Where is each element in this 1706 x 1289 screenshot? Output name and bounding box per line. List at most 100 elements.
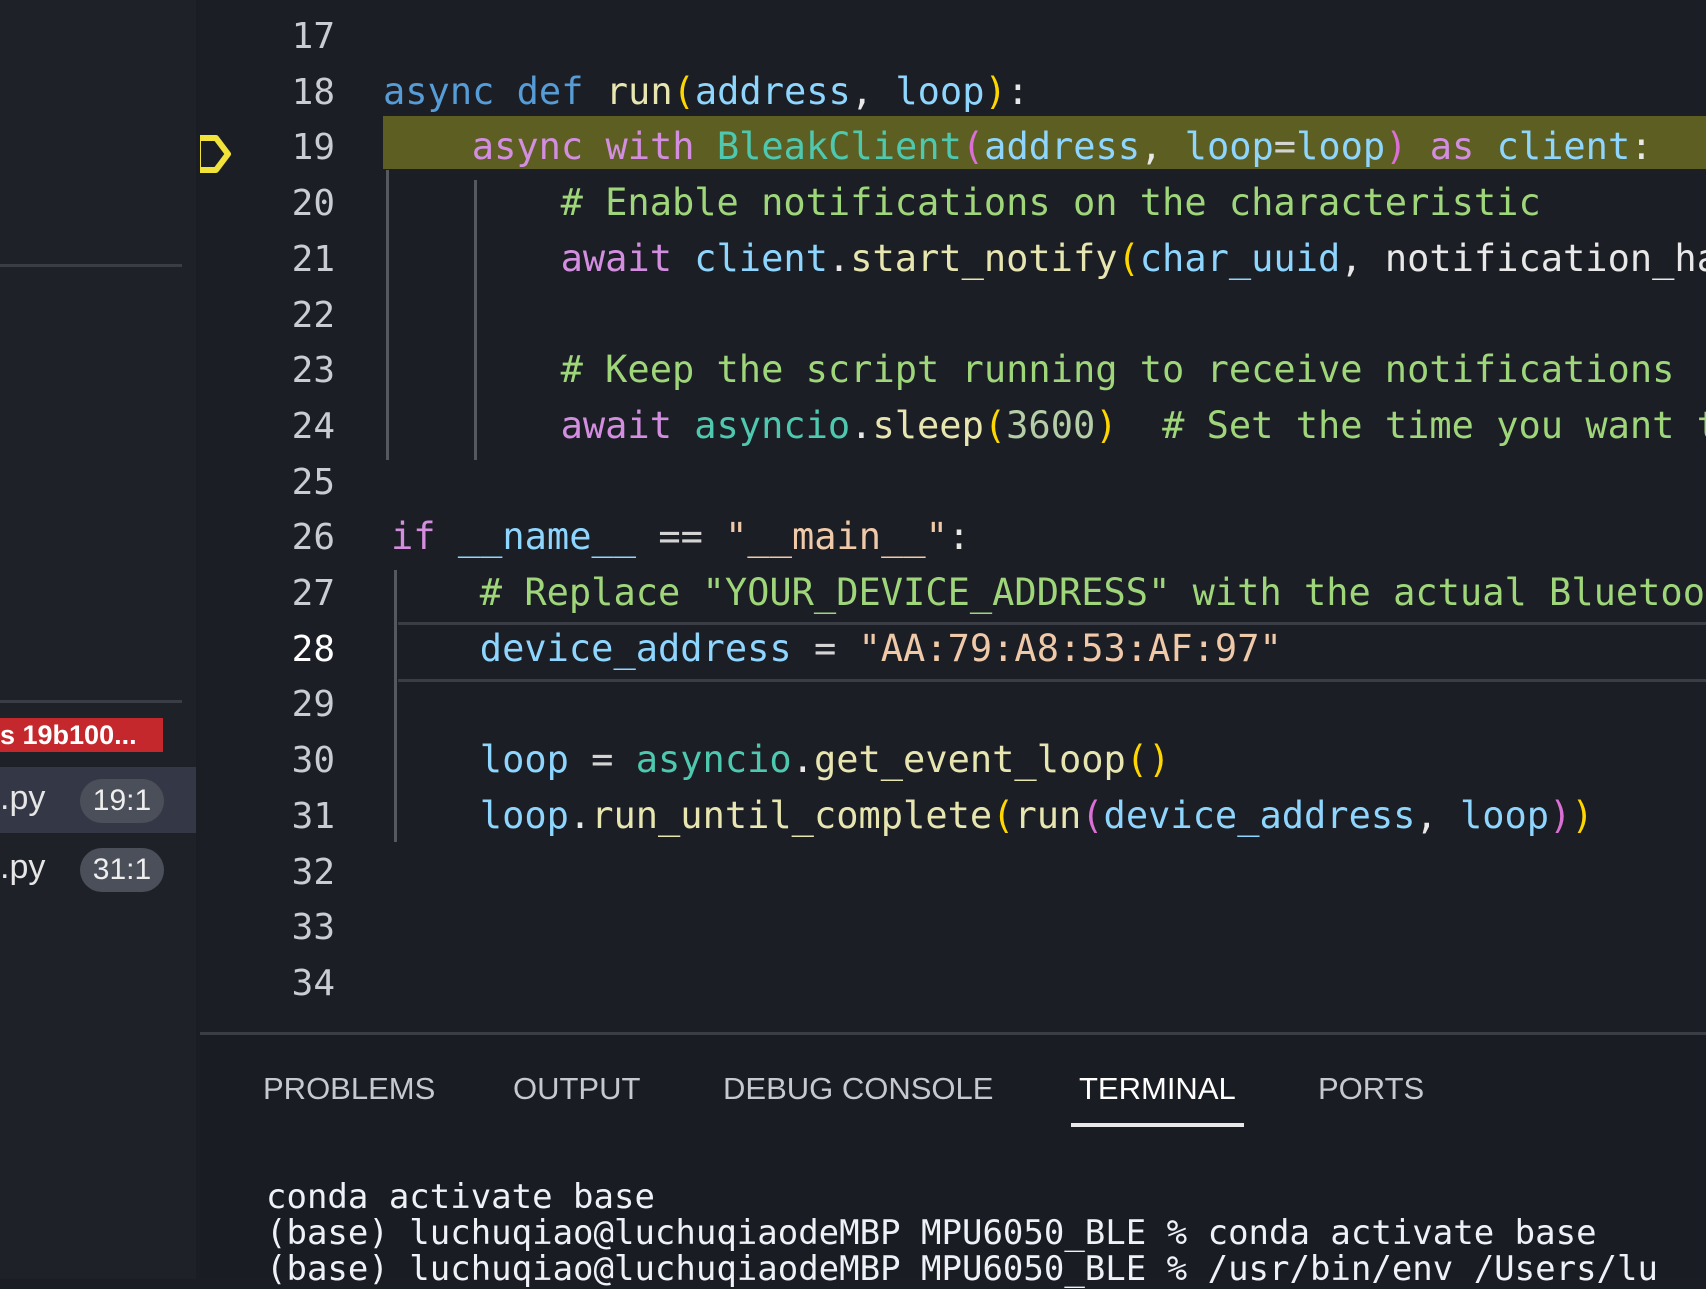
code-token: == xyxy=(636,515,726,559)
file-name: .py xyxy=(0,779,46,817)
code-token: with xyxy=(605,125,717,169)
code-token: # Replace "YOUR_DEVICE_ADDRESS" with the… xyxy=(479,571,1706,614)
code-token: . xyxy=(568,793,592,837)
code-token: address xyxy=(984,125,1141,169)
breakpoint-arrow-icon[interactable] xyxy=(200,132,234,176)
code-token: run xyxy=(1014,793,1082,837)
code-line[interactable]: # Keep the script running to receive not… xyxy=(561,348,1675,391)
code-line[interactable]: if __name__ == "__main__": xyxy=(391,515,970,558)
code-token: # Set the time you want t xyxy=(1117,403,1706,447)
code-token: ) xyxy=(984,69,1007,113)
tab-terminal[interactable]: TERMINAL xyxy=(1071,1071,1244,1127)
code-token: BleakClient xyxy=(716,125,962,169)
code-token: ( xyxy=(1117,236,1140,280)
code-editor[interactable]: 17 18 async def run(address, loop): 19 async… xyxy=(200,0,1706,1032)
code-token: run_until_complete xyxy=(591,793,993,837)
call-stack-item[interactable]: .py 19:1 xyxy=(0,767,196,833)
tab-debug-console[interactable]: DEBUG CONSOLE xyxy=(723,1071,993,1107)
line-number: 25 xyxy=(291,461,335,503)
code-token: = xyxy=(1273,125,1297,169)
code-token: loop xyxy=(1459,793,1550,837)
code-line[interactable]: device_address = "AA:79:A8:53:AF:97" xyxy=(480,627,1282,670)
code-token: , xyxy=(850,69,896,113)
line-number: 32 xyxy=(291,851,335,893)
code-token: ) xyxy=(1571,793,1594,837)
code-line[interactable]: await asyncio.sleep(3600) # Set the time… xyxy=(561,404,1706,447)
indent-guide xyxy=(394,570,397,842)
code-token: , xyxy=(1340,236,1385,280)
sidebar-divider xyxy=(0,264,182,267)
code-token: client xyxy=(694,236,828,280)
code-token: "AA:79:A8:53:AF:97" xyxy=(858,626,1282,670)
code-line[interactable]: async def run(address, loop): xyxy=(383,70,1029,113)
code-token: : xyxy=(1630,125,1653,169)
line-number: 24 xyxy=(291,405,335,447)
code-token: def xyxy=(516,69,606,113)
terminal-line: (base) luchuqiao@luchuqiaodeMBP MPU6050_… xyxy=(266,1213,1597,1253)
tab-problems[interactable]: PROBLEMS xyxy=(263,1071,435,1107)
code-token: device_address xyxy=(479,626,792,670)
code-token: loop xyxy=(1184,125,1274,169)
indent-guide xyxy=(386,170,389,460)
line-number: 17 xyxy=(291,16,335,57)
code-line[interactable]: # Replace "YOUR_DEVICE_ADDRESS" with the… xyxy=(480,571,1706,614)
call-stack-item[interactable]: .py 31:1 xyxy=(0,836,196,902)
code-token: () xyxy=(1125,738,1171,782)
code-token: = xyxy=(791,626,859,670)
sidebar: s 19b100... .py 19:1 .py 31:1 xyxy=(0,0,196,1279)
code-line[interactable]: loop.run_until_complete(run(device_addre… xyxy=(480,794,1594,837)
code-token: await xyxy=(560,236,695,280)
tab-output[interactable]: OUTPUT xyxy=(513,1071,640,1107)
line-number: 34 xyxy=(291,962,335,1004)
sidebar-divider xyxy=(0,700,182,703)
terminal-line: (base) luchuqiao@luchuqiaodeMBP MPU6050_… xyxy=(266,1249,1658,1289)
tab-ports[interactable]: PORTS xyxy=(1318,1071,1424,1107)
code-token: device_address xyxy=(1103,793,1416,837)
code-token: ( xyxy=(961,125,985,169)
code-token: ) xyxy=(1385,125,1408,169)
status-badge: s 19b100... xyxy=(0,718,163,752)
code-token: "__main__" xyxy=(725,515,948,559)
code-token: . xyxy=(827,236,851,280)
code-token: async xyxy=(383,69,517,113)
code-token: : xyxy=(947,515,971,559)
code-token: , xyxy=(1140,125,1185,169)
code-line[interactable]: loop = asyncio.get_event_loop() xyxy=(480,738,1171,781)
line-number: 28 xyxy=(291,628,335,670)
file-name: .py xyxy=(0,848,46,886)
code-token: = xyxy=(568,738,636,782)
code-token: : xyxy=(1006,69,1030,113)
code-token: asyncio xyxy=(694,403,851,447)
code-line[interactable]: async with BleakClient(address, loop=loo… xyxy=(472,125,1653,168)
code-token: # Enable notifications on the characteri… xyxy=(560,181,1541,225)
code-token: async xyxy=(471,125,606,169)
code-token: # Keep the script running to receive not… xyxy=(560,348,1675,392)
code-token: as xyxy=(1407,125,1497,169)
line-number: 31 xyxy=(291,795,335,837)
code-token: 3600 xyxy=(1006,403,1096,447)
code-line[interactable]: # Enable notifications on the characteri… xyxy=(561,181,1541,224)
line-number: 18 xyxy=(291,71,335,113)
code-token: ( xyxy=(672,69,695,113)
code-token: ( xyxy=(992,793,1015,837)
code-token: ) xyxy=(1549,793,1572,837)
code-token: __name__ xyxy=(457,515,637,559)
line-number: 20 xyxy=(291,183,335,225)
line-number: 30 xyxy=(291,740,335,782)
line-number: 21 xyxy=(291,238,335,280)
code-token: . xyxy=(791,738,814,782)
bottom-panel: PROBLEMS OUTPUT DEBUG CONSOLE TERMINAL P… xyxy=(200,1032,1706,1289)
line-number: 23 xyxy=(291,350,335,392)
code-token: ( xyxy=(1081,793,1104,837)
code-token: client xyxy=(1496,125,1631,169)
code-token: if xyxy=(391,515,458,559)
code-token: run xyxy=(605,69,673,113)
position-pill: 19:1 xyxy=(80,779,164,823)
code-token: start_notify xyxy=(850,236,1118,280)
code-line[interactable]: await client.start_notify(char_uuid, not… xyxy=(561,237,1706,280)
indent-guide xyxy=(474,180,477,460)
code-token: . xyxy=(850,403,873,447)
code-token: notification_ha xyxy=(1384,236,1706,280)
position-pill: 31:1 xyxy=(80,848,164,892)
line-number: 26 xyxy=(291,517,335,559)
